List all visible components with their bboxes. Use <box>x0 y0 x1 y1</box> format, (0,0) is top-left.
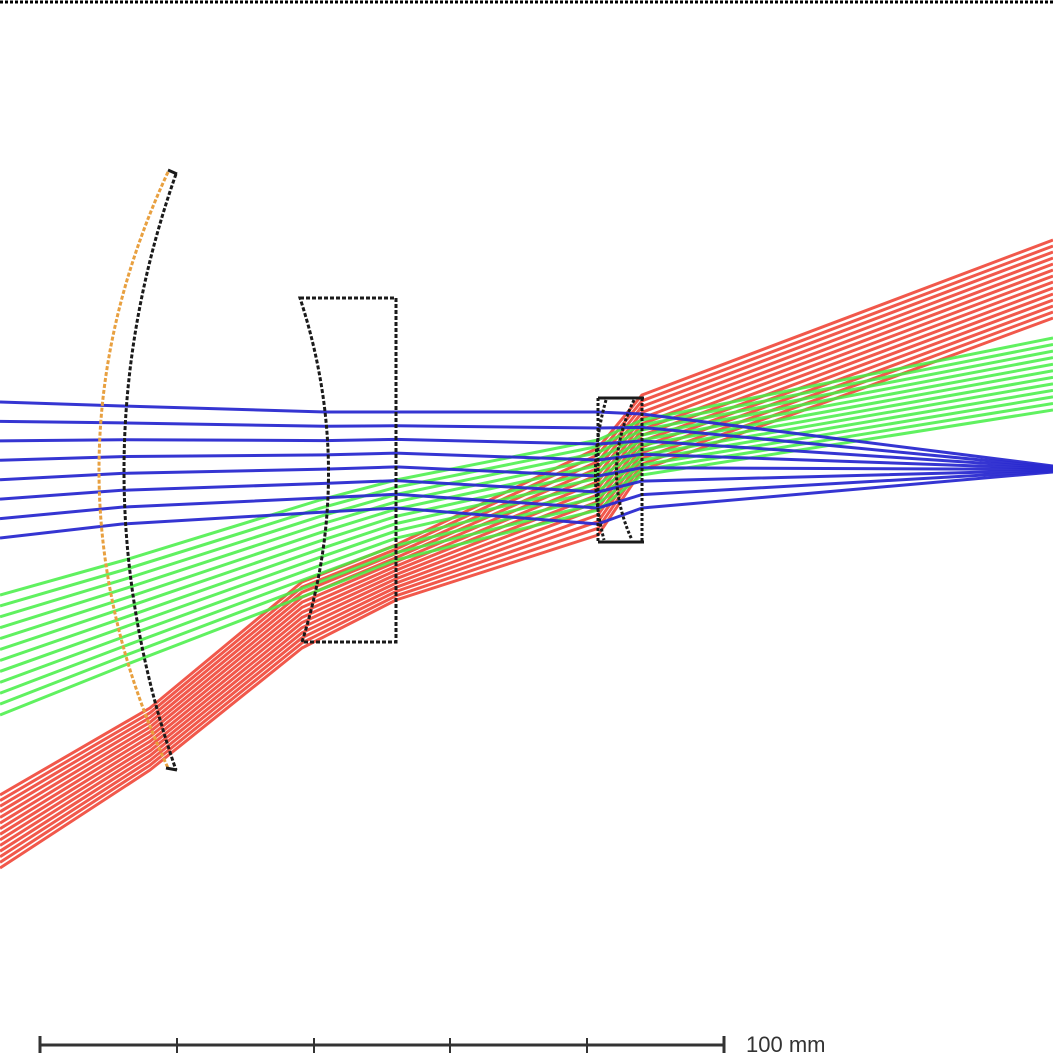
ray-bundle-mid-field <box>0 336 1053 717</box>
meniscus-lens <box>97 168 178 772</box>
optical-layout-svg: 100 mm <box>0 0 1053 1053</box>
ray-bundle-full-field <box>0 238 1053 870</box>
scale-bar-label: 100 mm <box>746 1032 825 1053</box>
ray-mid-field <box>0 402 1053 706</box>
meniscus-top-edge <box>167 168 178 176</box>
scale-bar: 100 mm <box>38 1032 825 1053</box>
lens-layout-diagram: 100 mm <box>0 0 1053 1053</box>
meniscus-bottom-edge <box>165 766 178 772</box>
meniscus-front-surface <box>97 171 170 769</box>
